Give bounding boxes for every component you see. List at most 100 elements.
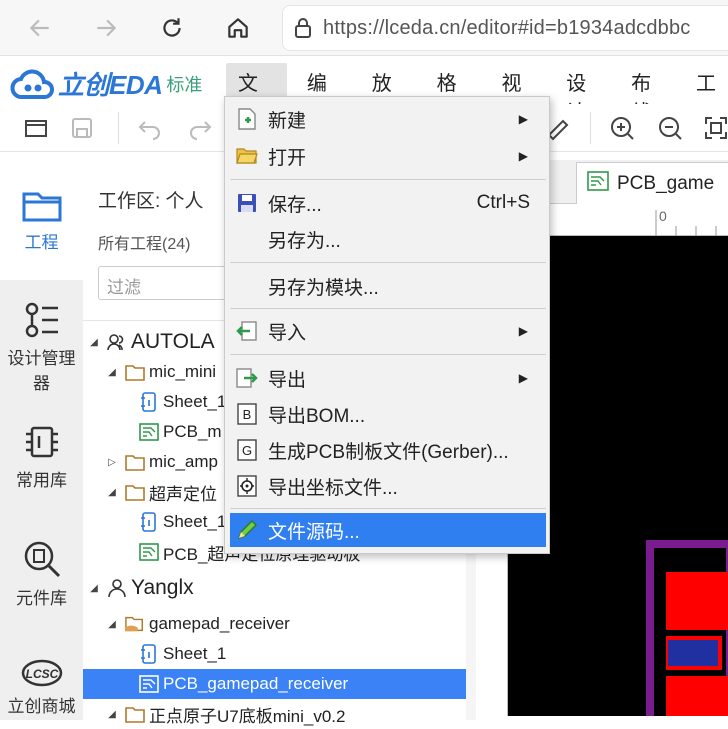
collapse-arrow-icon[interactable]: ◢ — [87, 583, 101, 594]
tree-user-yanglx[interactable]: ◢ Yanglx — [83, 573, 466, 603]
coordinate-icon — [234, 473, 260, 499]
rail-component-library[interactable]: 元件库 — [0, 538, 83, 618]
lcsc-logo: LCSC — [21, 659, 62, 687]
ruler-zero-label: 0 — [659, 208, 667, 224]
collapse-arrow-icon[interactable]: ◢ — [105, 367, 119, 378]
collapse-arrow-icon[interactable]: ◢ — [105, 487, 119, 498]
menu-item-new[interactable]: 新建 ▶ — [230, 102, 546, 136]
zoom-in-icon — [611, 117, 634, 140]
reload-button[interactable] — [152, 8, 192, 48]
rail-common-library[interactable]: 常用库 — [0, 422, 83, 502]
gerber-icon: G — [234, 437, 260, 463]
address-bar[interactable]: https://lceda.cn/editor#id=b1934adcdbbc — [282, 5, 728, 51]
pcb-icon — [139, 542, 159, 562]
bom-icon: B — [234, 401, 260, 427]
redo-button[interactable] — [186, 114, 214, 142]
open-folder-icon — [234, 143, 260, 169]
workspace-title: 工作区: 个人 — [98, 191, 204, 212]
menu-edit[interactable]: 编辑 — [295, 63, 356, 124]
rail-design-manager-label: 设计管理器 — [7, 349, 76, 393]
folder-icon — [125, 482, 145, 502]
menu-place[interactable]: 放置 — [360, 63, 421, 124]
zoom-in-button[interactable] — [608, 114, 636, 142]
pcb-icon — [139, 674, 159, 694]
menu-item-import[interactable]: 导入 ▶ — [230, 314, 546, 348]
pcb-icon — [587, 170, 609, 197]
save-icon — [234, 190, 260, 216]
menu-format[interactable]: 格式 — [425, 63, 486, 124]
expand-arrow-icon[interactable]: ▷ — [105, 457, 119, 468]
reload-icon — [163, 18, 181, 37]
menu-design[interactable]: 设计 — [554, 63, 615, 124]
rail-component-library-label: 元件库 — [16, 589, 67, 608]
tree-folder-gamepad-receiver[interactable]: ◢ gamepad_receiver — [83, 609, 466, 639]
rail-design-manager[interactable]: 设计管理器 — [0, 300, 83, 400]
zoom-out-button[interactable] — [656, 114, 684, 142]
menu-item-save-as-module[interactable]: 另存为模块... — [230, 269, 546, 303]
menu-item-save-as[interactable]: 另存为... — [230, 222, 546, 256]
zoom-out-icon — [659, 117, 682, 140]
collapse-arrow-icon[interactable]: ◢ — [105, 709, 119, 720]
tree-pcb-selected[interactable]: PCB_gamepad_receiver — [83, 669, 466, 699]
menu-item-gerber[interactable]: G 生成PCB制板文件(Gerber)... — [230, 433, 546, 467]
submenu-arrow-icon: ▶ — [518, 112, 528, 126]
submenu-arrow-icon: ▶ — [518, 324, 528, 338]
lock-icon — [283, 18, 323, 38]
submenu-arrow-icon: ▶ — [518, 371, 528, 385]
rail-projects[interactable]: 工程 — [0, 160, 83, 280]
export-icon — [234, 365, 260, 391]
collapse-arrow-icon[interactable]: ◢ — [105, 619, 119, 630]
schematic-sheet-icon — [139, 392, 159, 412]
rail-projects-label: 工程 — [24, 233, 59, 252]
menu-view[interactable]: 视图 — [489, 63, 550, 124]
home-button[interactable] — [218, 8, 258, 48]
design-manager-icon — [25, 302, 58, 338]
tab-pcb[interactable]: PCB_game — [576, 162, 728, 204]
source-code-icon — [234, 517, 260, 543]
save-toolbar-button[interactable] — [68, 114, 96, 142]
forward-button[interactable] — [86, 8, 126, 48]
menu-item-export-coordinates[interactable]: 导出坐标文件... — [230, 469, 546, 503]
redo-icon — [190, 121, 212, 140]
folder-open-button[interactable] — [22, 114, 50, 142]
shared-folder-icon — [125, 614, 145, 634]
tree-folder-board[interactable]: ◢ 正点原子U7底板mini_v0.2 — [83, 699, 466, 729]
save-icon — [72, 118, 92, 138]
menu-item-open[interactable]: 打开 ▶ — [230, 139, 546, 173]
folder-icon — [125, 452, 145, 472]
users-icon — [107, 332, 127, 352]
menu-route[interactable]: 布线 — [619, 63, 680, 124]
undo-icon — [138, 121, 160, 140]
fit-view-button[interactable] — [702, 114, 728, 142]
menu-item-export[interactable]: 导出 ▶ — [230, 361, 546, 395]
svg-text:G: G — [242, 443, 252, 458]
logo-text: 立创EDA — [58, 70, 163, 100]
back-button[interactable] — [20, 8, 60, 48]
undo-button[interactable] — [136, 114, 164, 142]
schematic-sheet-icon — [139, 512, 159, 532]
home-icon — [228, 18, 248, 38]
collapse-arrow-icon[interactable]: ◢ — [87, 337, 101, 348]
save-shortcut: Ctrl+S — [476, 192, 530, 213]
project-count: 所有工程(24) — [98, 236, 191, 253]
menu-file[interactable]: 文件 — [226, 63, 287, 124]
menu-item-source-code[interactable]: 文件源码... — [230, 513, 546, 547]
menu-item-save[interactable]: 保存... Ctrl+S — [230, 186, 546, 220]
fit-view-icon — [705, 117, 727, 139]
cloud-logo-icon — [10, 69, 54, 99]
file-dropdown-menu: 新建 ▶ 打开 ▶ 保存... Ctrl+S 另存为... 另存为模块... 导… — [224, 96, 550, 554]
arrow-left-icon — [29, 19, 49, 37]
menu-item-export-bom[interactable]: B 导出BOM... — [230, 397, 546, 431]
component-search-icon — [24, 541, 60, 578]
folder-icon — [125, 704, 145, 724]
tab-label: PCB_game — [617, 172, 715, 194]
user-icon — [107, 578, 127, 598]
menu-tools[interactable]: 工 — [684, 63, 728, 97]
submenu-arrow-icon: ▶ — [518, 149, 528, 163]
tree-sheet[interactable]: Sheet_1 — [83, 639, 466, 669]
new-file-icon — [234, 106, 260, 132]
url-text: https://lceda.cn/editor#id=b1934adcdbbc — [323, 16, 691, 39]
lcsc-logo-text: LCSC — [25, 667, 58, 681]
edition-badge: 标准 — [166, 74, 203, 95]
rail-lcsc-mall[interactable]: LCSC 立创商城 — [0, 658, 83, 718]
